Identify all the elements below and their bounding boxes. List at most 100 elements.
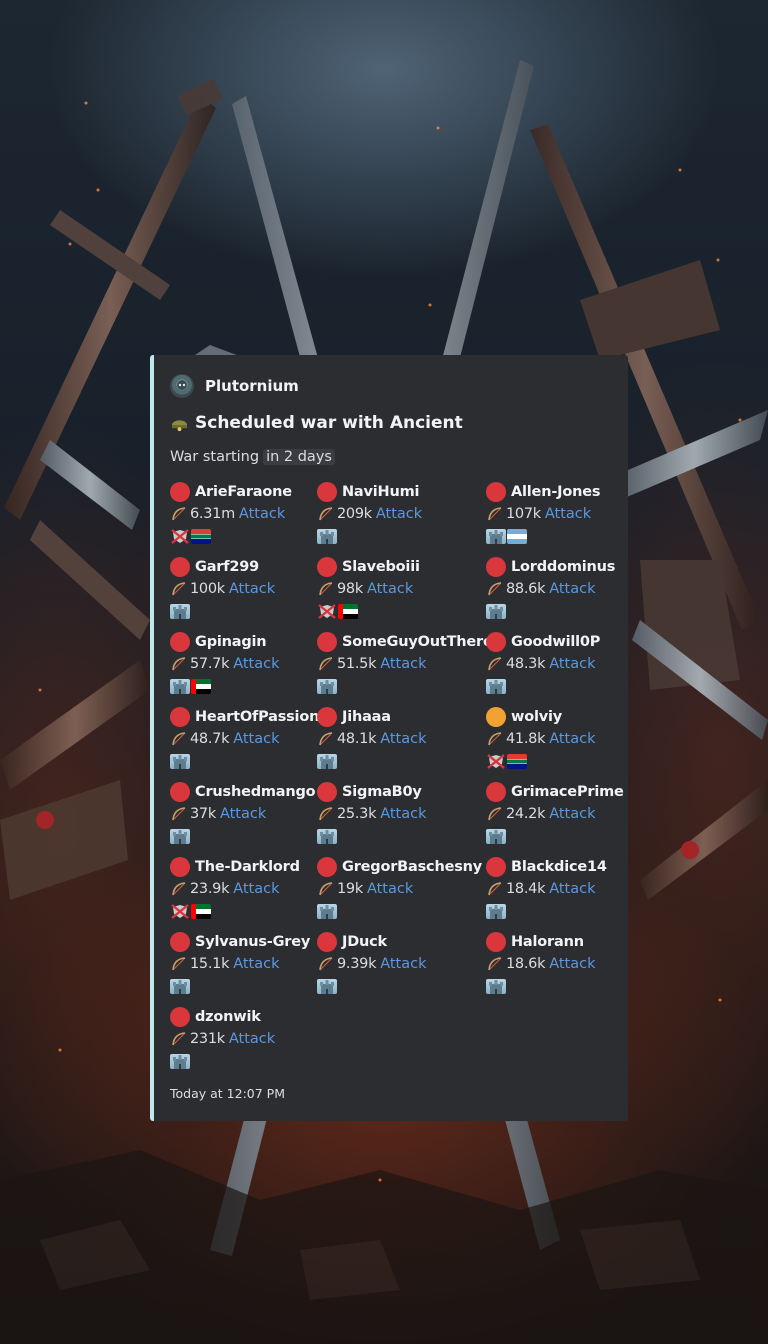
flag-ae-icon <box>191 678 211 694</box>
member-name: Sylvanus-Grey <box>195 934 311 950</box>
member-entry: Jihaaa 48.1k Attack <box>317 706 467 776</box>
attack-link[interactable]: Attack <box>380 956 426 972</box>
member-power: 48.7k <box>190 731 230 747</box>
member-badges-row <box>317 600 467 622</box>
member-name-row: SigmaB0y <box>317 781 467 803</box>
attack-link[interactable]: Attack <box>549 881 595 897</box>
no-shield-icon <box>170 903 190 919</box>
member-grid: ArieFaraone 6.31m Attack NaviHumi 209k Attack… <box>170 481 630 1069</box>
member-power: 231k <box>190 1031 225 1047</box>
member-badges-row <box>170 525 320 547</box>
member-entry: Slaveboiii 98k Attack <box>317 556 467 626</box>
castle-icon <box>486 603 506 619</box>
member-stats-row: 48.7k Attack <box>170 728 320 750</box>
castle-icon <box>317 978 337 994</box>
attack-link[interactable]: Attack <box>549 731 595 747</box>
status-dot-icon <box>486 557 506 577</box>
author-name[interactable]: Plutornium <box>205 377 299 395</box>
member-stats-row: 107k Attack <box>486 503 636 525</box>
member-name: GrimacePrime <box>511 784 624 800</box>
member-stats-row: 23.9k Attack <box>170 878 320 900</box>
status-dot-icon <box>170 557 190 577</box>
member-power: 23.9k <box>190 881 230 897</box>
castle-icon <box>317 903 337 919</box>
status-dot-icon <box>317 482 337 502</box>
member-power: 51.5k <box>337 656 377 672</box>
attack-link[interactable]: Attack <box>376 506 422 522</box>
status-dot-icon <box>170 1007 190 1027</box>
member-entry: dzonwik 231k Attack <box>170 1006 320 1076</box>
member-name: Halorann <box>511 934 584 950</box>
member-badges-row <box>317 900 467 922</box>
castle-icon <box>486 903 506 919</box>
member-name-row: Blackdice14 <box>486 856 636 878</box>
bow-arrow-icon <box>486 730 504 748</box>
member-name: JDuck <box>342 934 387 950</box>
bow-arrow-icon <box>170 880 188 898</box>
attack-link[interactable]: Attack <box>233 881 279 897</box>
castle-icon <box>170 1053 190 1069</box>
member-stats-row: 15.1k Attack <box>170 953 320 975</box>
attack-link[interactable]: Attack <box>367 881 413 897</box>
attack-link[interactable]: Attack <box>239 506 285 522</box>
member-name-row: Halorann <box>486 931 636 953</box>
status-dot-icon <box>486 857 506 877</box>
attack-link[interactable]: Attack <box>549 956 595 972</box>
bow-arrow-icon <box>317 955 335 973</box>
attack-link[interactable]: Attack <box>545 506 591 522</box>
attack-link[interactable]: Attack <box>549 806 595 822</box>
bot-face-icon <box>177 380 187 390</box>
member-stats-row: 57.7k Attack <box>170 653 320 675</box>
attack-link[interactable]: Attack <box>220 806 266 822</box>
member-stats-row: 48.1k Attack <box>317 728 467 750</box>
member-power: 19k <box>337 881 363 897</box>
author-avatar[interactable] <box>170 374 194 398</box>
member-power: 100k <box>190 581 225 597</box>
member-name-row: Jihaaa <box>317 706 467 728</box>
member-power: 48.1k <box>337 731 377 747</box>
bow-arrow-icon <box>170 655 188 673</box>
attack-link[interactable]: Attack <box>233 956 279 972</box>
member-name-row: HeartOfPassion <box>170 706 320 728</box>
attack-link[interactable]: Attack <box>549 581 595 597</box>
member-name-row: Slaveboiii <box>317 556 467 578</box>
member-stats-row: 6.31m Attack <box>170 503 320 525</box>
castle-icon <box>170 828 190 844</box>
attack-link[interactable]: Attack <box>229 1031 275 1047</box>
member-power: 25.3k <box>337 806 377 822</box>
bow-arrow-icon <box>486 880 504 898</box>
no-shield-icon <box>486 753 506 769</box>
castle-icon <box>317 828 337 844</box>
bow-arrow-icon <box>317 730 335 748</box>
attack-link[interactable]: Attack <box>380 656 426 672</box>
attack-link[interactable]: Attack <box>367 581 413 597</box>
member-badges-row <box>486 525 636 547</box>
flag-ar-icon <box>507 528 527 544</box>
member-name-row: dzonwik <box>170 1006 320 1028</box>
member-name: Gpinagin <box>195 634 267 650</box>
status-dot-icon <box>486 782 506 802</box>
member-power: 24.2k <box>506 806 546 822</box>
attack-link[interactable]: Attack <box>233 731 279 747</box>
attack-link[interactable]: Attack <box>229 581 275 597</box>
attack-link[interactable]: Attack <box>380 731 426 747</box>
member-entry: wolviy 41.8k Attack <box>486 706 636 776</box>
bow-arrow-icon <box>317 505 335 523</box>
status-dot-icon <box>170 932 190 952</box>
status-dot-icon <box>170 632 190 652</box>
member-name-row: Lorddominus <box>486 556 636 578</box>
castle-icon <box>170 678 190 694</box>
attack-link[interactable]: Attack <box>549 656 595 672</box>
castle-icon <box>170 603 190 619</box>
castle-icon <box>317 528 337 544</box>
member-stats-row: 51.5k Attack <box>317 653 467 675</box>
member-entry: ArieFaraone 6.31m Attack <box>170 481 320 551</box>
member-name: Jihaaa <box>342 709 391 725</box>
no-shield-icon <box>170 528 190 544</box>
attack-link[interactable]: Attack <box>380 806 426 822</box>
attack-link[interactable]: Attack <box>233 656 279 672</box>
flag-za-icon <box>507 753 527 769</box>
member-power: 9.39k <box>337 956 377 972</box>
member-stats-row: 18.4k Attack <box>486 878 636 900</box>
war-start-timestamp[interactable]: in 2 days <box>263 449 335 465</box>
